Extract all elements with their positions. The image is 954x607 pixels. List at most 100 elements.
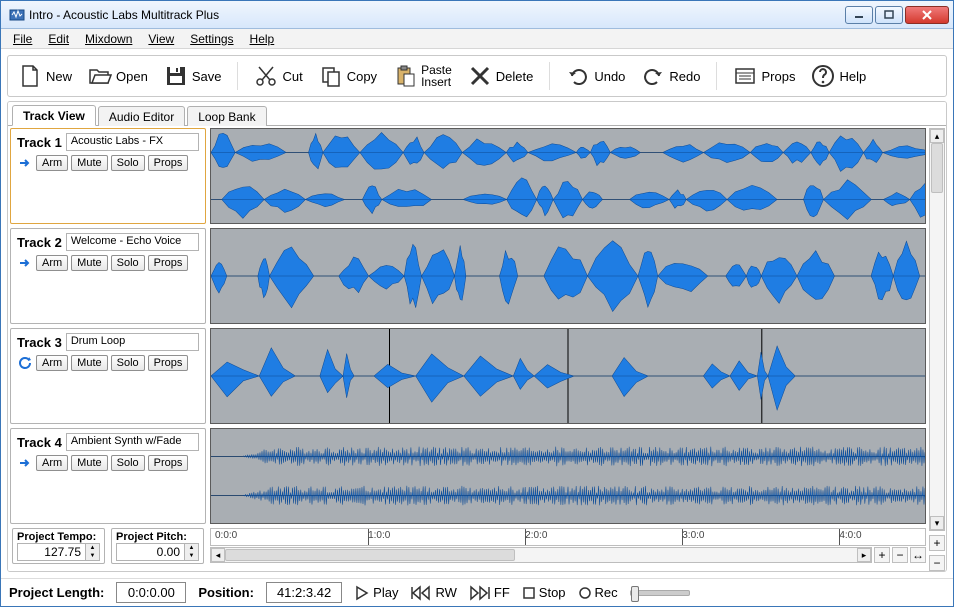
new-button[interactable]: New: [18, 64, 72, 88]
scroll-right-icon[interactable]: ▸: [857, 548, 871, 562]
scroll-up-icon[interactable]: ▴: [930, 129, 944, 143]
help-button[interactable]: Help: [811, 64, 866, 88]
undo-button[interactable]: Undo: [566, 64, 625, 88]
track-lane-2[interactable]: [210, 228, 926, 324]
solo-button[interactable]: Solo: [111, 155, 145, 171]
track-lane-3[interactable]: [210, 328, 926, 424]
track-lanes-column: 0:0:0 1:0:0 2:0:0 3:0:0 4:0:0 ◂ ▸: [208, 126, 928, 571]
arm-button[interactable]: Arm: [36, 355, 68, 371]
paste-insert-button[interactable]: PasteInsert: [393, 64, 452, 88]
zoom-out-button[interactable]: −: [892, 547, 908, 563]
project-tempo-spinner[interactable]: 127.75 ▲▼: [17, 543, 100, 561]
props-button[interactable]: Props: [733, 64, 795, 88]
position-label: Position:: [198, 585, 254, 600]
scroll-left-icon[interactable]: ◂: [211, 548, 225, 562]
delete-button[interactable]: Delete: [468, 64, 534, 88]
scrollbar-thumb[interactable]: [225, 549, 515, 561]
zoom-in-button[interactable]: +: [874, 547, 890, 563]
track-header-1[interactable]: Track 1 Acoustic Labs - FX Arm Mute Solo…: [10, 128, 206, 224]
loop-icon: [17, 355, 33, 371]
track-headers-column: Track 1 Acoustic Labs - FX Arm Mute Solo…: [8, 126, 208, 571]
tab-audio-editor[interactable]: Audio Editor: [98, 106, 185, 126]
solo-button[interactable]: Solo: [111, 355, 145, 371]
position-value: 41:2:3.42: [266, 582, 342, 603]
delete-x-icon: [468, 64, 492, 88]
arrow-right-icon: [17, 455, 33, 471]
track-header-3[interactable]: Track 3 Drum Loop Arm Mute Solo Props: [10, 328, 206, 424]
zoom-fit-button[interactable]: ↔: [910, 547, 926, 563]
redo-icon: [641, 64, 665, 88]
track-name-field[interactable]: Ambient Synth w/Fade: [66, 433, 199, 451]
arrow-right-icon: [17, 255, 33, 271]
menu-view[interactable]: View: [142, 30, 180, 48]
menu-mixdown[interactable]: Mixdown: [79, 30, 138, 48]
open-button[interactable]: Open: [88, 64, 148, 88]
window-close-button[interactable]: [905, 6, 949, 24]
new-file-icon: [18, 64, 42, 88]
time-ruler[interactable]: 0:0:0 1:0:0 2:0:0 3:0:0 4:0:0: [210, 528, 926, 546]
tab-loop-bank[interactable]: Loop Bank: [187, 106, 266, 126]
solo-button[interactable]: Solo: [111, 255, 145, 271]
project-length-label: Project Length:: [9, 585, 104, 600]
cut-button[interactable]: Cut: [254, 64, 302, 88]
play-button[interactable]: Play: [354, 585, 398, 601]
app-window: Intro - Acoustic Labs Multitrack Plus Fi…: [0, 0, 954, 607]
record-button[interactable]: Rec: [578, 585, 618, 600]
tab-track-view[interactable]: Track View: [12, 105, 96, 126]
playback-slider[interactable]: [630, 590, 690, 596]
fast-forward-icon: [469, 585, 491, 601]
arm-button[interactable]: Arm: [36, 155, 68, 171]
window-maximize-button[interactable]: [875, 6, 903, 24]
track-name-field[interactable]: Drum Loop: [66, 333, 199, 351]
vertical-scrollbar[interactable]: ▴ ▾: [929, 128, 945, 531]
project-pitch-spinner[interactable]: 0.00 ▲▼: [116, 543, 199, 561]
track-header-4[interactable]: Track 4 Ambient Synth w/Fade Arm Mute So…: [10, 428, 206, 524]
track-number: Track 2: [17, 235, 62, 250]
solo-button[interactable]: Solo: [111, 455, 145, 471]
track-lane-4[interactable]: [210, 428, 926, 524]
track-props-button[interactable]: Props: [148, 155, 189, 171]
scroll-down-icon[interactable]: ▾: [930, 516, 944, 530]
mute-button[interactable]: Mute: [71, 155, 107, 171]
copy-button[interactable]: Copy: [319, 64, 377, 88]
track-props-button[interactable]: Props: [148, 255, 189, 271]
tab-strip: Track View Audio Editor Loop Bank: [8, 102, 946, 126]
track-lane-1[interactable]: [210, 128, 926, 224]
vzoom-out-button[interactable]: −: [929, 555, 945, 571]
horizontal-scrollbar[interactable]: ◂ ▸: [210, 547, 872, 563]
arm-button[interactable]: Arm: [36, 455, 68, 471]
menu-settings[interactable]: Settings: [184, 30, 239, 48]
spinner-up-icon[interactable]: ▲: [184, 544, 198, 552]
stop-button[interactable]: Stop: [522, 585, 566, 600]
menu-file[interactable]: File: [7, 30, 38, 48]
track-name-field[interactable]: Acoustic Labs - FX: [66, 133, 199, 151]
project-length-value: 0:0:0.00: [116, 582, 186, 603]
track-number: Track 4: [17, 435, 62, 450]
redo-button[interactable]: Redo: [641, 64, 700, 88]
stop-icon: [522, 586, 536, 600]
spinner-down-icon[interactable]: ▼: [184, 552, 198, 560]
mute-button[interactable]: Mute: [71, 255, 107, 271]
track-number: Track 1: [17, 135, 62, 150]
slider-knob[interactable]: [631, 586, 639, 602]
spinner-down-icon[interactable]: ▼: [85, 552, 99, 560]
vzoom-in-button[interactable]: +: [929, 535, 945, 551]
track-header-2[interactable]: Track 2 Welcome - Echo Voice Arm Mute So…: [10, 228, 206, 324]
arm-button[interactable]: Arm: [36, 255, 68, 271]
app-icon: [9, 7, 25, 23]
track-props-button[interactable]: Props: [148, 355, 189, 371]
props-icon: [733, 64, 757, 88]
scrollbar-thumb[interactable]: [931, 143, 943, 193]
rewind-button[interactable]: RW: [410, 585, 456, 601]
fast-forward-button[interactable]: FF: [469, 585, 510, 601]
window-minimize-button[interactable]: [845, 6, 873, 24]
menu-edit[interactable]: Edit: [42, 30, 75, 48]
track-name-field[interactable]: Welcome - Echo Voice: [66, 233, 199, 251]
open-folder-icon: [88, 64, 112, 88]
save-button[interactable]: Save: [164, 64, 222, 88]
mute-button[interactable]: Mute: [71, 455, 107, 471]
track-props-button[interactable]: Props: [148, 455, 189, 471]
menu-help[interactable]: Help: [244, 30, 281, 48]
spinner-up-icon[interactable]: ▲: [85, 544, 99, 552]
mute-button[interactable]: Mute: [71, 355, 107, 371]
